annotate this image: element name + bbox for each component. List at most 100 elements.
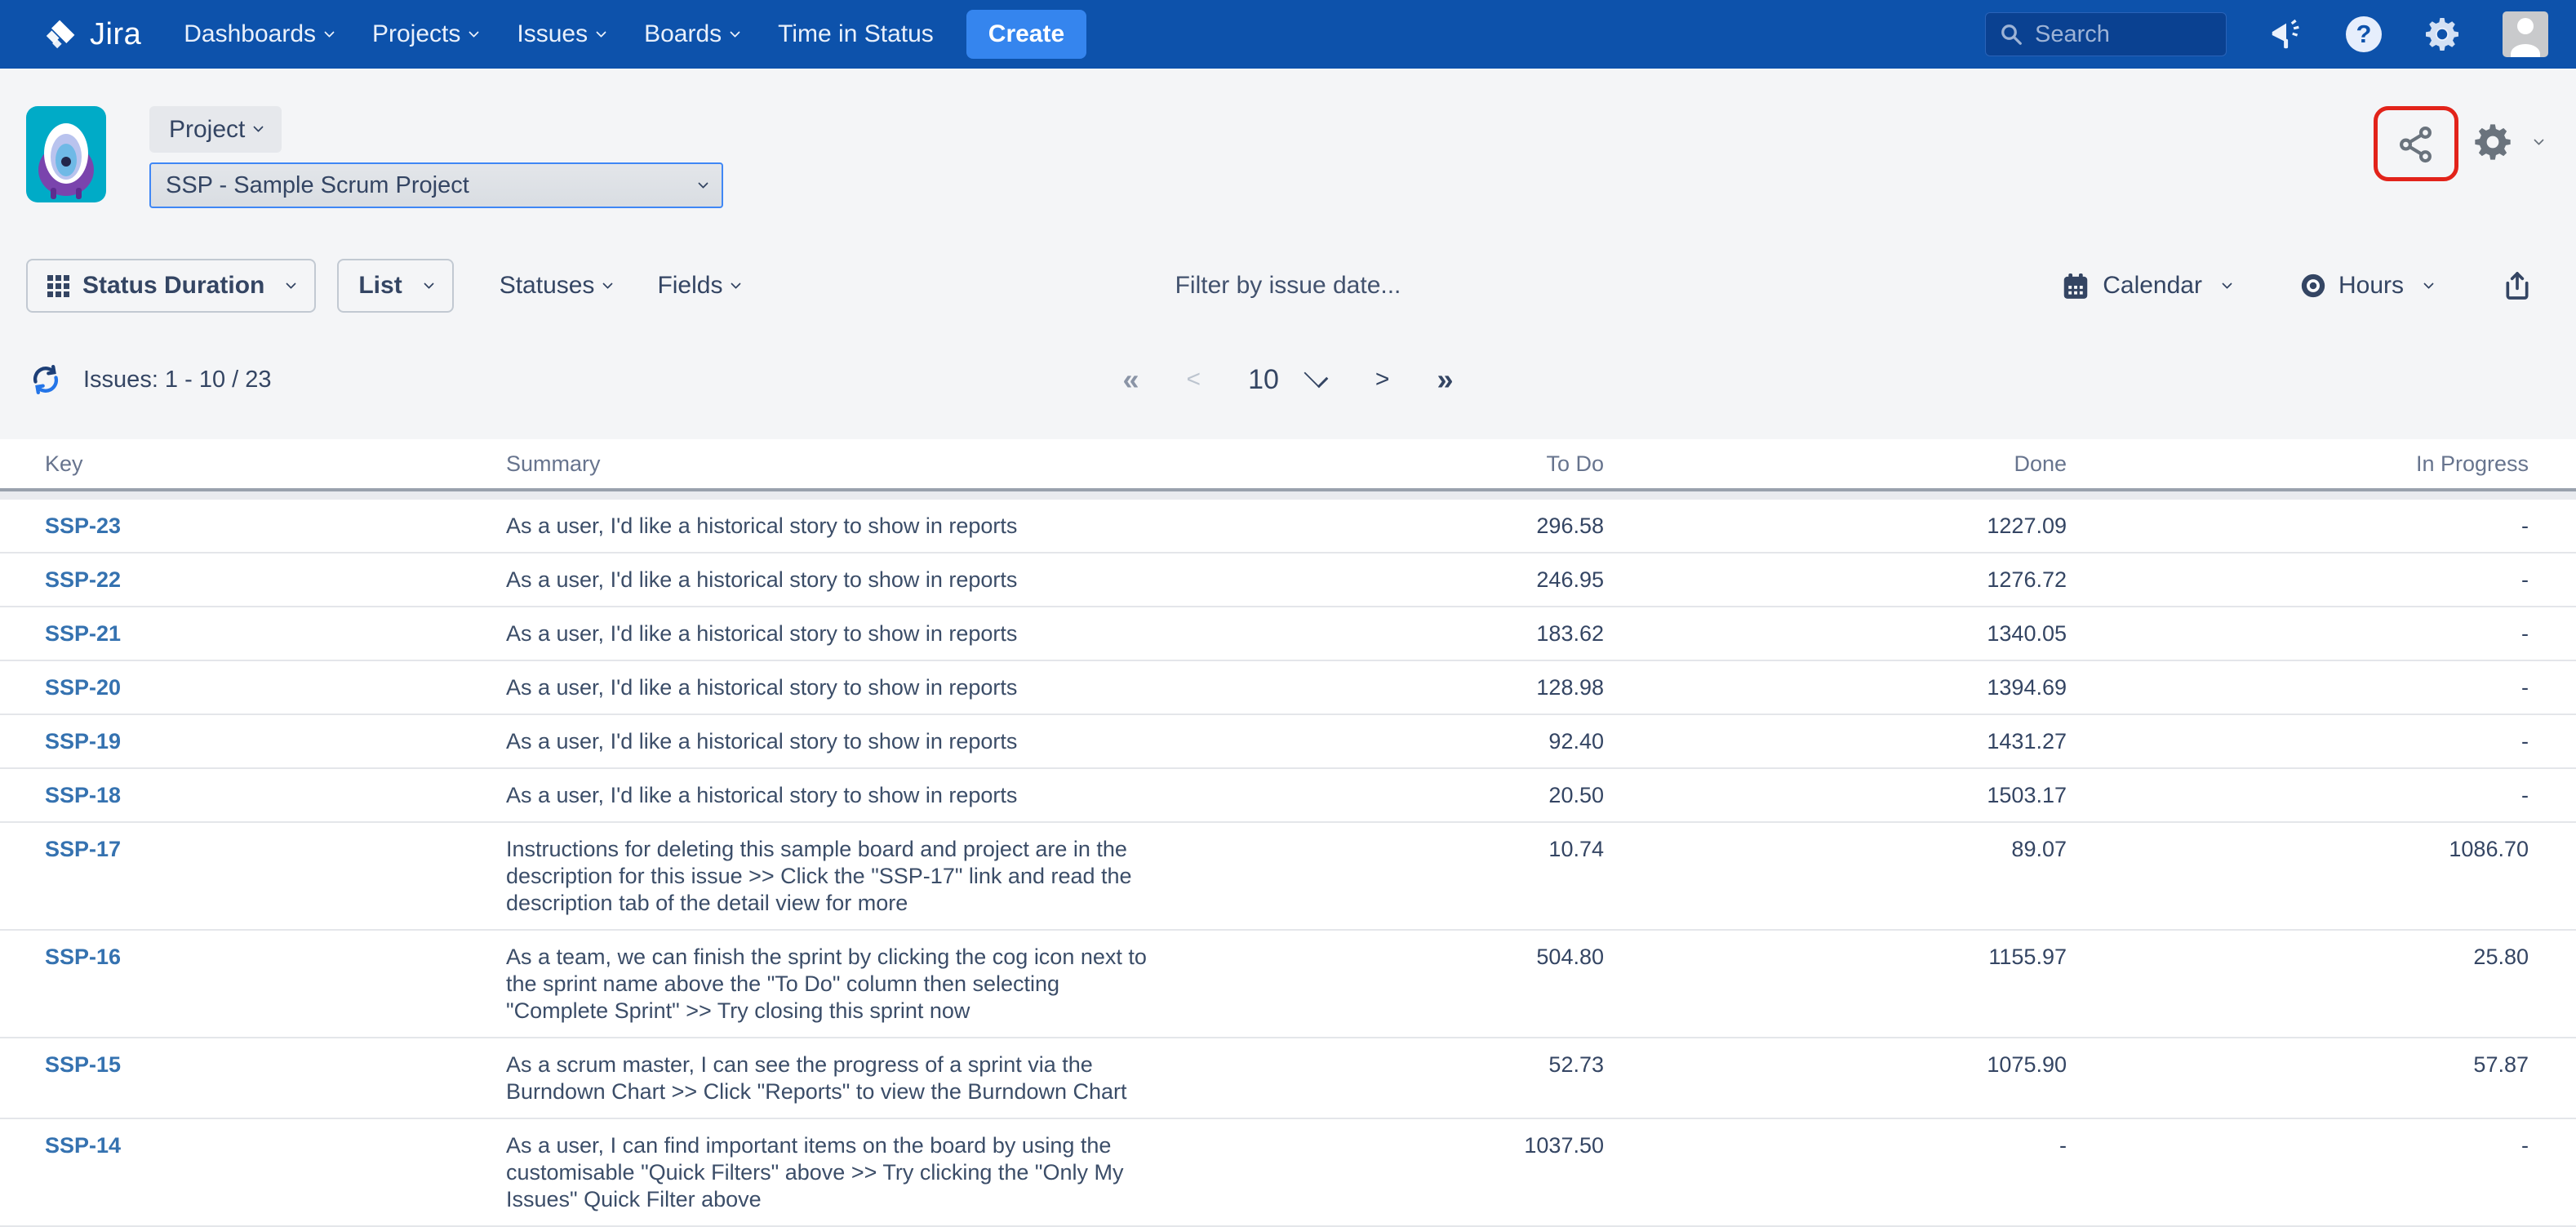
issue-key-link[interactable]: SSP-22	[45, 567, 506, 593]
chevron-down-icon	[2423, 278, 2434, 289]
time-unit-dropdown[interactable]: Hours	[2299, 272, 2432, 300]
issue-summary: Instructions for deleting this sample bo…	[506, 836, 1192, 917]
todo-value: 92.40	[1192, 728, 1604, 755]
chevron-down-icon	[2222, 278, 2232, 289]
todo-value: 10.74	[1192, 836, 1604, 863]
search-input[interactable]	[2035, 21, 2213, 48]
table-row: SSP-20 As a user, I'd like a historical …	[0, 661, 2576, 715]
chevron-down-icon	[1304, 364, 1329, 389]
inprogress-value: -	[2067, 782, 2529, 809]
nav-item-projects[interactable]: Projects	[372, 20, 477, 48]
issue-summary: As a user, I'd like a historical story t…	[506, 567, 1192, 593]
done-value: 1075.90	[1604, 1051, 2067, 1078]
table-row: SSP-18 As a user, I'd like a historical …	[0, 769, 2576, 823]
issue-key-link[interactable]: SSP-16	[45, 944, 506, 971]
table-row: SSP-15 As a scrum master, I can see the …	[0, 1038, 2576, 1119]
done-value: 1394.69	[1604, 674, 2067, 701]
issue-key-link[interactable]: SSP-19	[45, 728, 506, 755]
done-value: 1155.97	[1604, 944, 2067, 971]
top-navbar: Jira Dashboards Projects Issues Boards T…	[0, 0, 2576, 69]
issue-date-filter[interactable]: Filter by issue date...	[1175, 272, 1401, 300]
nav-item-issues[interactable]: Issues	[517, 20, 605, 48]
report-settings-button[interactable]	[2472, 121, 2543, 163]
statuses-dropdown[interactable]: Statuses	[500, 272, 612, 300]
table-row: SSP-19 As a user, I'd like a historical …	[0, 715, 2576, 769]
column-header-done[interactable]: Done	[1604, 451, 2067, 477]
calendar-icon	[2060, 270, 2091, 301]
feedback-megaphone-icon[interactable]	[2267, 16, 2305, 53]
issue-key-link[interactable]: SSP-15	[45, 1051, 506, 1078]
inprogress-value: -	[2067, 728, 2529, 755]
last-page-button[interactable]: »	[1437, 362, 1453, 397]
jira-logo[interactable]: Jira	[42, 16, 141, 52]
view-mode-button[interactable]: List	[337, 259, 453, 313]
issue-key-link[interactable]: SSP-18	[45, 782, 506, 809]
project-select[interactable]: SSP - Sample Scrum Project	[149, 162, 723, 208]
avatar-body-shape	[2511, 44, 2540, 57]
table-header-row: Key Summary To Do Done In Progress	[0, 439, 2576, 491]
chevron-down-icon	[286, 278, 296, 289]
calendar-dropdown[interactable]: Calendar	[2060, 270, 2231, 301]
next-page-button[interactable]: >	[1375, 366, 1390, 393]
search-box[interactable]	[1985, 12, 2227, 56]
column-header-summary[interactable]: Summary	[506, 451, 1192, 477]
issue-key-link[interactable]: SSP-21	[45, 620, 506, 647]
chevron-down-icon	[731, 278, 742, 289]
annotation-highlight-box	[2374, 106, 2458, 181]
table-row: SSP-17 Instructions for deleting this sa…	[0, 823, 2576, 931]
refresh-icon[interactable]	[29, 363, 62, 396]
issue-key-link[interactable]: SSP-20	[45, 674, 506, 701]
target-icon	[2299, 272, 2327, 300]
export-button[interactable]	[2501, 269, 2534, 302]
todo-value: 128.98	[1192, 674, 1604, 701]
column-header-todo[interactable]: To Do	[1192, 451, 1604, 477]
issues-count-group: Issues: 1 - 10 / 23	[29, 351, 272, 408]
column-header-key[interactable]: Key	[45, 451, 506, 477]
inprogress-value: 25.80	[2067, 944, 2529, 971]
help-icon[interactable]: ?	[2346, 16, 2382, 52]
todo-value: 296.58	[1192, 513, 1604, 540]
inprogress-value: 1086.70	[2067, 836, 2529, 863]
issues-count-label: Issues: 1 - 10 / 23	[83, 367, 272, 393]
issue-summary: As a user, I'd like a historical story t…	[506, 728, 1192, 755]
scope-selector-button[interactable]: Project	[149, 106, 282, 153]
column-header-inprogress[interactable]: In Progress	[2067, 451, 2529, 477]
inprogress-value: -	[2067, 1132, 2529, 1159]
jira-logo-icon	[42, 16, 78, 52]
nav-item-boards[interactable]: Boards	[644, 20, 739, 48]
chevron-down-icon	[254, 122, 264, 132]
nav-item-time-in-status[interactable]: Time in Status	[778, 20, 934, 48]
pager: « < 10 > »	[1123, 351, 1454, 408]
table-row: SSP-16 As a team, we can finish the spri…	[0, 931, 2576, 1038]
table-row: SSP-23 As a user, I'd like a historical …	[0, 500, 2576, 553]
toolbar-right-group: Calendar Hours	[2060, 269, 2534, 302]
chevron-down-icon	[698, 178, 708, 189]
settings-gear-icon[interactable]	[2423, 15, 2462, 54]
issue-summary: As a user, I can find important items on…	[506, 1132, 1192, 1213]
todo-value: 504.80	[1192, 944, 1604, 971]
fields-dropdown[interactable]: Fields	[657, 272, 739, 300]
user-avatar[interactable]	[2503, 11, 2548, 57]
done-value: 89.07	[1604, 836, 2067, 863]
share-button[interactable]	[2396, 123, 2436, 164]
nav-menu: Dashboards Projects Issues Boards Time i…	[184, 20, 934, 48]
create-button[interactable]: Create	[966, 10, 1086, 59]
issue-summary: As a team, we can finish the sprint by c…	[506, 944, 1192, 1025]
issue-key-link[interactable]: SSP-14	[45, 1132, 506, 1159]
todo-value: 52.73	[1192, 1051, 1604, 1078]
nav-item-dashboards[interactable]: Dashboards	[184, 20, 333, 48]
nav-right-group: ?	[1985, 11, 2548, 57]
prev-page-button[interactable]: <	[1187, 366, 1201, 393]
done-value: 1503.17	[1604, 782, 2067, 809]
issue-key-link[interactable]: SSP-17	[45, 836, 506, 863]
page-size-dropdown[interactable]: 10	[1248, 364, 1328, 396]
issue-summary: As a scrum master, I can see the progres…	[506, 1051, 1192, 1105]
project-avatar	[26, 106, 106, 202]
issue-key-link[interactable]: SSP-23	[45, 513, 506, 540]
report-type-button[interactable]: Status Duration	[26, 259, 316, 313]
chevron-down-icon	[424, 278, 434, 289]
issue-summary: As a user, I'd like a historical story t…	[506, 782, 1192, 809]
first-page-button[interactable]: «	[1123, 362, 1139, 397]
issue-summary: As a user, I'd like a historical story t…	[506, 674, 1192, 701]
inprogress-value: 57.87	[2067, 1051, 2529, 1078]
